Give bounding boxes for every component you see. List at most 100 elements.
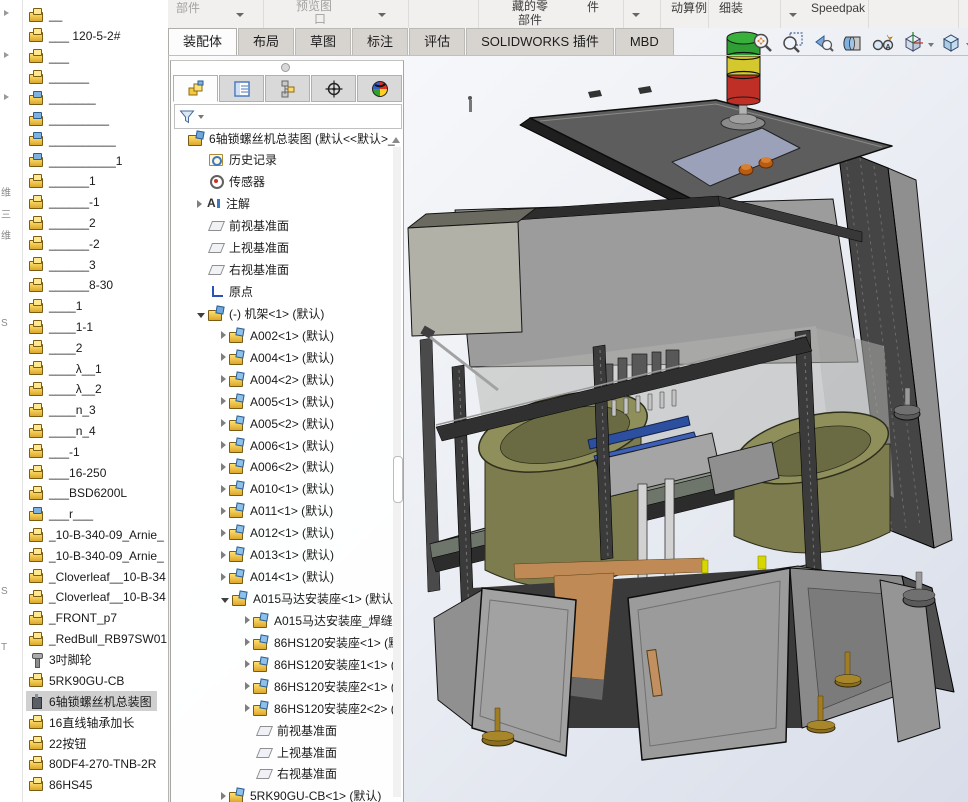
- file-list-item[interactable]: _________: [26, 109, 114, 129]
- file-list-item[interactable]: ___ 120-5-2#: [26, 26, 125, 46]
- ribbon-button-label[interactable]: 件: [587, 1, 599, 14]
- section-view-icon[interactable]: [840, 31, 866, 55]
- ribbon-button-label[interactable]: 部件: [518, 14, 542, 27]
- file-list-item[interactable]: ___BSD6200L: [26, 483, 132, 503]
- ribbon-tab[interactable]: 布局: [238, 28, 294, 55]
- tree-scroll-up-arrow[interactable]: [392, 133, 400, 143]
- file-list-item[interactable]: 80DF4-270-TNB-2R: [26, 754, 161, 774]
- file-list-item[interactable]: ______-1: [26, 192, 105, 212]
- feature-tree-item[interactable]: A005<1> (默认): [221, 391, 404, 411]
- ribbon-tab[interactable]: 装配体: [168, 28, 237, 55]
- expand-right-icon[interactable]: [221, 573, 226, 581]
- expand-down-icon[interactable]: [221, 598, 229, 603]
- expand-right-icon[interactable]: [221, 551, 226, 559]
- feature-tree-item[interactable]: 上视基准面: [245, 742, 404, 762]
- feature-tree-item[interactable]: 前视基准面: [245, 720, 404, 740]
- feature-tree-item[interactable]: 前视基准面: [197, 216, 404, 236]
- ribbon-tab[interactable]: MBD: [615, 28, 674, 55]
- view-orientation-icon[interactable]: [900, 31, 926, 55]
- file-list-item[interactable]: _10-B-340-09_Arnie_: [26, 546, 169, 566]
- expand-right-icon[interactable]: [245, 704, 250, 712]
- file-list-item[interactable]: 22按钮: [26, 733, 91, 753]
- dropdown-caret-icon[interactable]: [632, 13, 640, 21]
- expand-right-icon[interactable]: [221, 419, 226, 427]
- file-list-item[interactable]: _______: [26, 88, 101, 108]
- hide-show-items-icon[interactable]: A: [870, 31, 896, 55]
- file-list-item[interactable]: _Cloverleaf__10-B-34: [26, 587, 169, 607]
- expand-right-icon[interactable]: [221, 397, 226, 405]
- feature-tree-item[interactable]: 86HS120安装座<1> (默: [245, 632, 404, 652]
- ribbon-tab[interactable]: 标注: [352, 28, 408, 55]
- feature-tree-item[interactable]: A013<1> (默认): [221, 545, 404, 565]
- ribbon-tab[interactable]: 草图: [295, 28, 351, 55]
- dropdown-caret-icon[interactable]: [378, 13, 386, 21]
- tree-scrollbar-thumb[interactable]: [393, 456, 403, 503]
- file-list-item[interactable]: __: [26, 5, 67, 25]
- file-list-item[interactable]: ____1-1: [26, 317, 98, 337]
- expand-right-icon[interactable]: [221, 463, 226, 471]
- feature-tree-item[interactable]: 传感器: [197, 172, 404, 192]
- ribbon-button-label[interactable]: 部件: [176, 2, 200, 15]
- file-list-item[interactable]: ______-2: [26, 234, 105, 254]
- file-list-item[interactable]: 6轴锁螺丝机总装图: [26, 691, 157, 711]
- feature-tree-item[interactable]: A006<1> (默认): [221, 435, 404, 455]
- file-list-item[interactable]: ______8-30: [26, 275, 118, 295]
- expand-right-icon[interactable]: [221, 353, 226, 361]
- expand-right-icon[interactable]: [221, 375, 226, 383]
- file-list-item[interactable]: ___: [26, 47, 74, 67]
- ribbon-tab[interactable]: 评估: [409, 28, 465, 55]
- feature-tree-item[interactable]: A015马达安装座<1> (默认): [221, 589, 404, 609]
- feature-tree-item[interactable]: A002<1> (默认): [221, 325, 404, 345]
- expand-right-icon[interactable]: [221, 507, 226, 515]
- expand-right-icon[interactable]: [245, 682, 250, 690]
- previous-view-icon[interactable]: [810, 31, 836, 55]
- expand-right-icon[interactable]: [245, 638, 250, 646]
- expand-right-icon[interactable]: [245, 616, 250, 624]
- dropdown-caret-icon[interactable]: [789, 13, 797, 21]
- feature-tree-item[interactable]: A005<2> (默认): [221, 413, 404, 433]
- ribbon-tab[interactable]: SOLIDWORKS 插件: [466, 28, 614, 55]
- expand-right-icon[interactable]: [197, 200, 202, 208]
- expand-right-icon[interactable]: [221, 792, 226, 800]
- expand-right-icon[interactable]: [245, 660, 250, 668]
- feature-tree-item[interactable]: (-) 机架<1> (默认): [197, 303, 404, 323]
- file-list-item[interactable]: _Cloverleaf__10-B-34: [26, 567, 169, 587]
- file-list-item[interactable]: ______1: [26, 171, 101, 191]
- file-list-item[interactable]: _FRONT_p7: [26, 608, 122, 628]
- file-list-item[interactable]: ____n_3: [26, 400, 101, 420]
- file-list-item[interactable]: 3吋脚轮: [26, 650, 97, 670]
- zoom-to-fit-icon[interactable]: [750, 31, 776, 55]
- feature-tree-item[interactable]: 原点: [197, 282, 404, 302]
- ribbon-button-label[interactable]: 动算例: [671, 2, 707, 15]
- feature-tree-item[interactable]: A010<1> (默认): [221, 479, 404, 499]
- dropdown-caret-icon[interactable]: [236, 13, 244, 21]
- file-list-item[interactable]: 5RK90GU-CB: [26, 671, 129, 691]
- expand-down-icon[interactable]: [197, 313, 205, 318]
- file-list-item[interactable]: ____1: [26, 296, 87, 316]
- panel-overflow-chevron[interactable]: ›: [403, 75, 404, 100]
- expand-right-icon[interactable]: [221, 441, 226, 449]
- file-list-item[interactable]: ______: [26, 67, 94, 87]
- feature-tree-item[interactable]: 注解: [197, 194, 404, 214]
- display-style-icon[interactable]: [938, 31, 964, 55]
- feature-tree-item[interactable]: A004<2> (默认): [221, 369, 404, 389]
- file-list-item[interactable]: ______2: [26, 213, 101, 233]
- feature-tree-item[interactable]: 6轴锁螺丝机总装图 (默认<<默认>_: [177, 128, 397, 148]
- ribbon-button-label[interactable]: 口: [314, 13, 326, 26]
- file-list-item[interactable]: ______3: [26, 255, 101, 275]
- file-list-item[interactable]: _RedBull_RB97SW01: [26, 629, 169, 649]
- file-list-item[interactable]: ___r___: [26, 504, 98, 524]
- expand-right-icon[interactable]: [221, 485, 226, 493]
- feature-tree-item[interactable]: A011<1> (默认): [221, 501, 404, 521]
- file-list-item[interactable]: ___-1: [26, 442, 85, 462]
- expand-right-icon[interactable]: [221, 529, 226, 537]
- file-list-item[interactable]: ___16-250: [26, 463, 111, 483]
- file-list-item[interactable]: _10-B-340-09_Arnie_: [26, 525, 169, 545]
- feature-tree-item[interactable]: A004<1> (默认): [221, 347, 404, 367]
- ribbon-button-label[interactable]: 藏的零: [512, 0, 548, 13]
- feature-tree-item[interactable]: 历史记录: [197, 150, 404, 170]
- file-list-item[interactable]: ____n_4: [26, 421, 101, 441]
- feature-tree-item[interactable]: 86HS120安装座1<1> (: [245, 654, 404, 674]
- file-list-item[interactable]: 86HS45: [26, 775, 97, 795]
- feature-tree-item[interactable]: 右视基准面: [245, 764, 404, 784]
